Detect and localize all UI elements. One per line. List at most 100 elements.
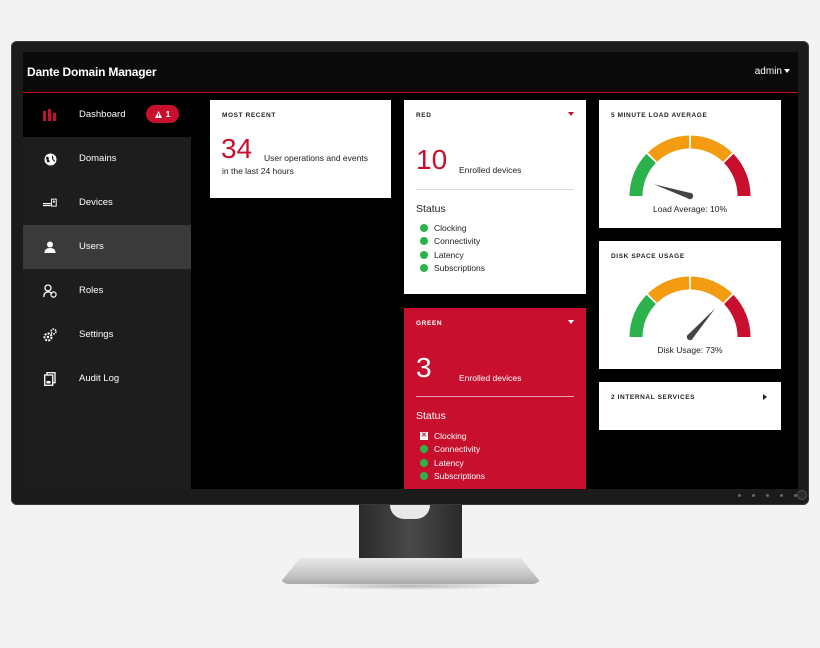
status-heading: Status [416,203,446,215]
internal-services-card[interactable]: 2 INTERNAL SERVICES [599,382,781,430]
top-bar: Dante Domain Manager admin [23,52,798,93]
chevron-right-icon[interactable] [763,394,767,400]
monitor-button [766,494,769,497]
card-title: GREEN [416,320,443,327]
monitor-button [738,494,741,497]
sidebar-item-label: Audit Log [79,373,120,384]
power-button [797,490,807,500]
sidebar-item-devices[interactable]: Devices [23,181,191,225]
sidebar-item-label: Users [79,241,104,252]
sidebar-item-label: Domains [79,153,117,164]
gears-icon [43,328,57,342]
sidebar-item-domains[interactable]: Domains [23,137,191,181]
sidebar-item-audit-log[interactable]: Audit Log [23,357,191,401]
sidebar-item-label: Roles [79,285,104,296]
status-label: Subscriptions [434,471,486,482]
disk-usage-card[interactable]: DISK SPACE USAGE Disk Usage: 73% [599,241,781,369]
alert-count: 1 [165,109,171,119]
gauge-segment [723,294,751,338]
status-ok-icon [420,237,428,246]
status-ok-icon [420,472,428,481]
gauge-needle [653,184,691,199]
event-count-desc: User operations and events [264,153,368,163]
sidebar-item-users[interactable]: Users [23,225,191,269]
gauge-segment [647,135,690,163]
disk-usage-label: Disk Usage: 73% [657,345,723,355]
status-item: Clocking [420,221,485,235]
monitor-buttons [738,494,797,497]
status-item: Subscriptions [420,470,485,484]
red-domain-card[interactable]: RED 10 Enrolled devices Status Clocking … [404,100,586,294]
gauge-segment [723,153,751,197]
status-item: Connectivity [420,443,485,457]
status-label: Clocking [434,430,467,441]
sidebar-item-label: Devices [79,197,113,208]
card-title: RED [416,112,432,119]
chevron-down-icon[interactable] [568,320,574,324]
chevron-down-icon[interactable] [568,112,574,116]
status-label: Connectivity [434,236,481,247]
status-label: Latency [434,457,464,468]
load-average-card[interactable]: 5 MINUTE LOAD AVERAGE Load Average: 10% [599,100,781,228]
card-title: 2 INTERNAL SERVICES [611,394,696,401]
gauge-segment [690,276,733,304]
monitor-button [780,494,783,497]
audit-log-icon [43,372,57,386]
event-count: 34 [221,133,253,164]
devices-icon [43,196,57,210]
status-list: Clocking Connectivity Latency Subscripti… [420,221,485,275]
enrolled-label: Enrolled devices [459,373,522,383]
app-screen: Dante Domain Manager admin Dashboard 1 D… [23,52,798,489]
gauge-segment [647,276,690,304]
monitor-button [752,494,755,497]
user-icon [43,240,57,254]
status-label: Latency [434,249,464,260]
status-ok-icon [420,458,428,467]
status-label: Connectivity [434,444,481,455]
sidebar-item-label: Dashboard [79,109,126,120]
status-item: Subscriptions [420,262,485,276]
caret-down-icon [784,69,790,74]
enrolled-count: 3 [416,352,432,383]
warning-icon [154,110,162,118]
disk-gauge [629,276,751,341]
gauge-hub [686,333,694,341]
status-error-icon: ✕ [420,431,428,440]
status-ok-icon [420,250,428,259]
status-label: Subscriptions [434,263,486,274]
sidebar-item-settings[interactable]: Settings [23,313,191,357]
sidebar-item-dashboard[interactable]: Dashboard 1 [23,93,191,137]
gauge-hub [686,192,694,200]
green-domain-card[interactable]: GREEN 3 Enrolled devices Status ✕ Clockin… [404,308,586,489]
status-heading: Status [416,410,446,422]
status-item: Latency [420,248,485,262]
gauge-segment [629,294,657,338]
load-gauge [629,135,751,200]
status-item: Latency [420,456,485,470]
alert-badge[interactable]: 1 [146,105,179,123]
sidebar-item-roles[interactable]: Roles [23,269,191,313]
globe-icon [43,152,57,166]
card-title: MOST RECENT [222,112,276,119]
roles-icon [43,284,57,298]
enrolled-count: 10 [416,144,448,175]
status-list: ✕ Clocking Connectivity Latency Subscript… [420,429,485,483]
enrolled-label: Enrolled devices [459,165,522,175]
bar-chart-icon [43,108,57,122]
event-count-desc-2: in the last 24 hours [222,166,294,176]
user-name: admin [754,66,782,77]
user-menu[interactable]: admin [755,66,790,77]
most-recent-card[interactable]: MOST RECENT 34 User operations and event… [210,100,391,198]
monitor-stand-base [279,558,542,584]
status-ok-icon [420,223,428,232]
card-title: 5 MINUTE LOAD AVERAGE [611,112,708,119]
status-ok-icon [420,264,428,273]
status-item: ✕ Clocking [420,429,485,443]
status-item: Connectivity [420,235,485,249]
card-title: DISK SPACE USAGE [611,253,685,260]
gauge-segment [690,135,733,163]
status-ok-icon [420,445,428,454]
load-average-label: Load Average: 10% [652,204,728,214]
app-title: Dante Domain Manager [27,65,157,79]
divider [416,396,574,397]
